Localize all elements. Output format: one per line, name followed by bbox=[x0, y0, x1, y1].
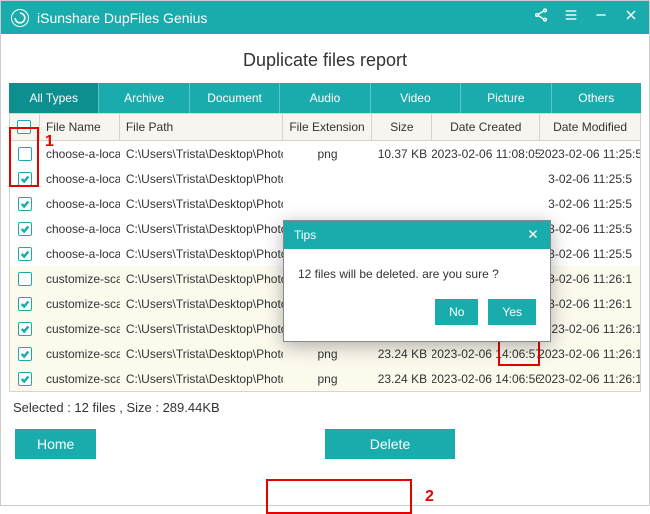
cell-size: 10.37 KB bbox=[372, 147, 432, 161]
dialog-title: Tips bbox=[294, 228, 316, 242]
marker-box-delete bbox=[266, 479, 412, 514]
share-icon[interactable] bbox=[533, 7, 549, 28]
cell-size: 23.24 KB bbox=[372, 372, 432, 386]
marker-2: 2 bbox=[425, 488, 434, 506]
minimize-icon[interactable] bbox=[593, 7, 609, 28]
confirm-dialog: Tips 12 files will be deleted. are you s… bbox=[283, 220, 551, 342]
cell-date2: 3-02-06 11:25:5 bbox=[540, 172, 640, 186]
tab-document[interactable]: Document bbox=[190, 83, 279, 113]
cell-name: customize-sca bbox=[40, 272, 120, 286]
row-checkbox[interactable] bbox=[18, 322, 32, 336]
cell-path: C:\Users\Trista\Desktop\Photo bbox=[120, 297, 283, 311]
cell-name: choose-a-locat bbox=[40, 197, 120, 211]
cell-path: C:\Users\Trista\Desktop\Photo bbox=[120, 172, 283, 186]
dialog-no-button[interactable]: No bbox=[435, 299, 478, 325]
col-header-size[interactable]: Size bbox=[372, 114, 432, 140]
row-checkbox[interactable] bbox=[18, 197, 32, 211]
cell-date1: 2023-02-06 14:06:56 bbox=[432, 372, 540, 386]
cell-date2: 3-02-06 11:26:1 bbox=[540, 272, 640, 286]
tab-all-types[interactable]: All Types bbox=[9, 83, 98, 113]
home-button[interactable]: Home bbox=[15, 429, 96, 459]
tab-picture[interactable]: Picture bbox=[461, 83, 550, 113]
app-logo-icon bbox=[11, 9, 29, 27]
col-header-ext[interactable]: File Extension bbox=[283, 114, 373, 140]
cell-name: customize-sca bbox=[40, 322, 120, 336]
cell-name: customize-sca bbox=[40, 347, 120, 361]
cell-date2: 3-02-06 11:25:5 bbox=[540, 222, 640, 236]
select-all-checkbox[interactable] bbox=[17, 120, 31, 134]
app-title: iSunshare DupFiles Genius bbox=[37, 10, 533, 26]
row-checkbox[interactable] bbox=[18, 372, 32, 386]
row-checkbox[interactable] bbox=[18, 297, 32, 311]
cell-name: choose-a-locat bbox=[40, 247, 120, 261]
row-checkbox[interactable] bbox=[18, 347, 32, 361]
row-checkbox[interactable] bbox=[18, 172, 32, 186]
tab-audio[interactable]: Audio bbox=[280, 83, 369, 113]
status-bar: Selected : 12 files , Size : 289.44KB bbox=[11, 396, 639, 419]
dialog-message: 12 files will be deleted. are you sure ? bbox=[284, 249, 550, 299]
row-checkbox[interactable] bbox=[18, 272, 32, 286]
cell-date2: 3-02-06 11:25:5 bbox=[540, 197, 640, 211]
col-header-date2[interactable]: Date Modified bbox=[540, 114, 640, 140]
cell-path: C:\Users\Trista\Desktop\Photo bbox=[120, 147, 283, 161]
close-icon[interactable] bbox=[623, 7, 639, 28]
table-row[interactable]: customize-scaC:\Users\Trista\Desktop\Pho… bbox=[10, 341, 640, 366]
cell-path: C:\Users\Trista\Desktop\Photo bbox=[120, 222, 283, 236]
titlebar: iSunshare DupFiles Genius bbox=[1, 1, 649, 34]
cell-path: C:\Users\Trista\Desktop\Photo bbox=[120, 272, 283, 286]
cell-name: choose-a-locat bbox=[40, 222, 120, 236]
cell-ext: png bbox=[283, 147, 373, 161]
cell-path: C:\Users\Trista\Desktop\Photo bbox=[120, 322, 283, 336]
delete-button[interactable]: Delete bbox=[325, 429, 455, 459]
cell-date2: 2023-02-06 11:26:1 bbox=[540, 347, 640, 361]
cell-path: C:\Users\Trista\Desktop\Photo bbox=[120, 372, 283, 386]
table-row[interactable]: choose-a-locatC:\Users\Trista\Desktop\Ph… bbox=[10, 166, 640, 191]
cell-name: customize-sca bbox=[40, 297, 120, 311]
table-row[interactable]: choose-a-locatC:\Users\Trista\Desktop\Ph… bbox=[10, 191, 640, 216]
cell-date1: 2023-02-06 14:06:57 bbox=[432, 347, 540, 361]
cell-name: customize-sca bbox=[40, 372, 120, 386]
tab-others[interactable]: Others bbox=[552, 83, 641, 113]
cell-date2: 3-02-06 11:25:5 bbox=[540, 247, 640, 261]
table-row[interactable]: customize-scaC:\Users\Trista\Desktop\Pho… bbox=[10, 366, 640, 391]
table-header: File Name File Path File Extension Size … bbox=[9, 113, 641, 141]
cell-name: choose-a-locat bbox=[40, 172, 120, 186]
cell-date2: 2023-02-06 11:25:5 bbox=[540, 147, 640, 161]
cell-path: C:\Users\Trista\Desktop\Photo bbox=[120, 247, 283, 261]
cell-date2: 2023-02-06 11:26:1 bbox=[540, 322, 640, 336]
tab-video[interactable]: Video bbox=[371, 83, 460, 113]
cell-date1: 2023-02-06 11:08:05 bbox=[432, 147, 540, 161]
tab-archive[interactable]: Archive bbox=[99, 83, 188, 113]
col-header-path[interactable]: File Path bbox=[120, 114, 283, 140]
cell-ext: png bbox=[283, 372, 373, 386]
row-checkbox[interactable] bbox=[18, 247, 32, 261]
cell-path: C:\Users\Trista\Desktop\Photo bbox=[120, 347, 283, 361]
table-row[interactable]: choose-a-locatC:\Users\Trista\Desktop\Ph… bbox=[10, 141, 640, 166]
type-tabs: All TypesArchiveDocumentAudioVideoPictur… bbox=[9, 83, 641, 113]
col-header-name[interactable]: File Name bbox=[40, 114, 120, 140]
page-title: Duplicate files report bbox=[1, 34, 649, 83]
cell-name: choose-a-locat bbox=[40, 147, 120, 161]
row-checkbox[interactable] bbox=[18, 147, 32, 161]
cell-path: C:\Users\Trista\Desktop\Photo bbox=[120, 197, 283, 211]
col-header-date1[interactable]: Date Created bbox=[432, 114, 540, 140]
dialog-yes-button[interactable]: Yes bbox=[488, 299, 536, 325]
cell-ext: png bbox=[283, 347, 373, 361]
dialog-close-icon[interactable] bbox=[526, 227, 540, 244]
cell-date2: 2023-02-06 11:26:1 bbox=[540, 372, 640, 386]
cell-date2: 3-02-06 11:26:1 bbox=[540, 297, 640, 311]
cell-size: 23.24 KB bbox=[372, 347, 432, 361]
row-checkbox[interactable] bbox=[18, 222, 32, 236]
menu-icon[interactable] bbox=[563, 7, 579, 28]
